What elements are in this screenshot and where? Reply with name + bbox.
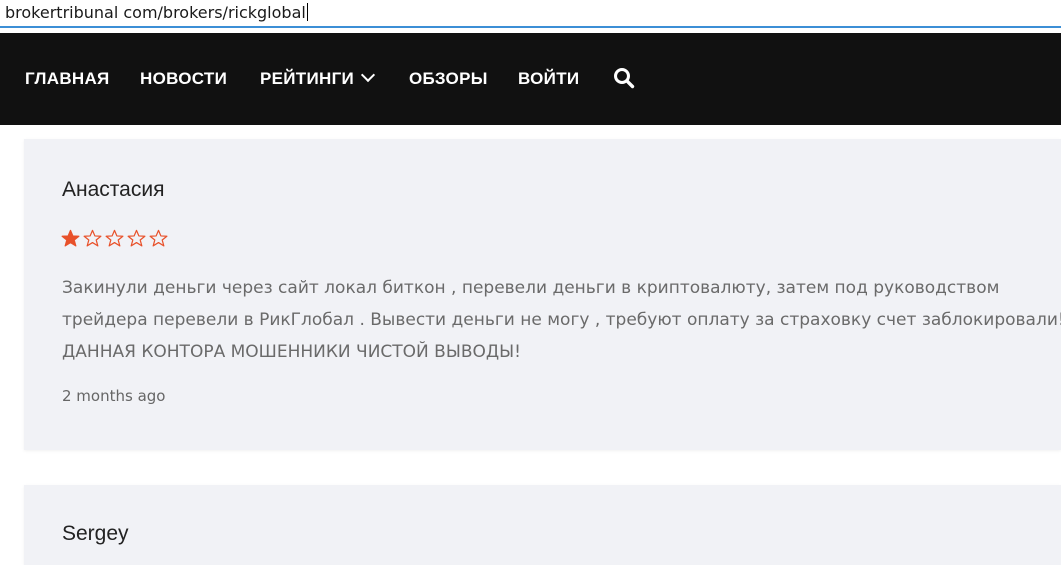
url-input[interactable]: brokertribunal com/brokers/rickglobal (5, 0, 308, 26)
review-author: Анастасия (62, 178, 165, 201)
review-card: Анастасия Закинули деньги через сайт лок… (24, 139, 1061, 450)
review-timestamp: 2 months ago (62, 387, 166, 405)
chevron-down-icon (360, 67, 376, 83)
star-empty-icon (83, 229, 102, 247)
star-empty-icon (105, 229, 124, 247)
search-icon[interactable] (613, 67, 635, 89)
star-empty-icon (127, 229, 146, 247)
main-navigation: ГЛАВНАЯ НОВОСТИ РЕЙТИНГИ ОБЗОРЫ ВОЙТИ (0, 33, 1061, 125)
review-text-line: Закинули деньги через сайт локал биткон … (62, 278, 1000, 298)
nav-item-reviews[interactable]: ОБЗОРЫ (409, 33, 488, 125)
star-rating (61, 229, 168, 249)
nav-item-ratings[interactable]: РЕЙТИНГИ (260, 33, 376, 125)
reviews-list: Анастасия Закинули деньги через сайт лок… (0, 125, 1061, 565)
star-filled-icon (61, 229, 80, 247)
text-caret (306, 3, 308, 21)
review-text-line: ДАННАЯ КОНТОРА МОШЕННИКИ ЧИСТОЙ ВЫВОДЫ! (62, 342, 521, 362)
nav-item-news[interactable]: НОВОСТИ (140, 33, 227, 125)
address-bar[interactable]: brokertribunal com/brokers/rickglobal (0, 0, 1061, 28)
nav-item-login[interactable]: ВОЙТИ (518, 33, 579, 125)
url-text: brokertribunal com/brokers/rickglobal (5, 3, 306, 22)
nav-item-ratings-label: РЕЙТИНГИ (260, 69, 355, 88)
star-empty-icon (149, 229, 168, 247)
review-author: Sergey (62, 522, 129, 545)
review-text: Закинули деньги через сайт локал биткон … (62, 272, 1061, 368)
review-card: Sergey (24, 485, 1061, 565)
nav-item-home[interactable]: ГЛАВНАЯ (25, 33, 110, 125)
review-text-line: трейдера перевели в РикГлобал . Вывести … (62, 310, 1061, 330)
